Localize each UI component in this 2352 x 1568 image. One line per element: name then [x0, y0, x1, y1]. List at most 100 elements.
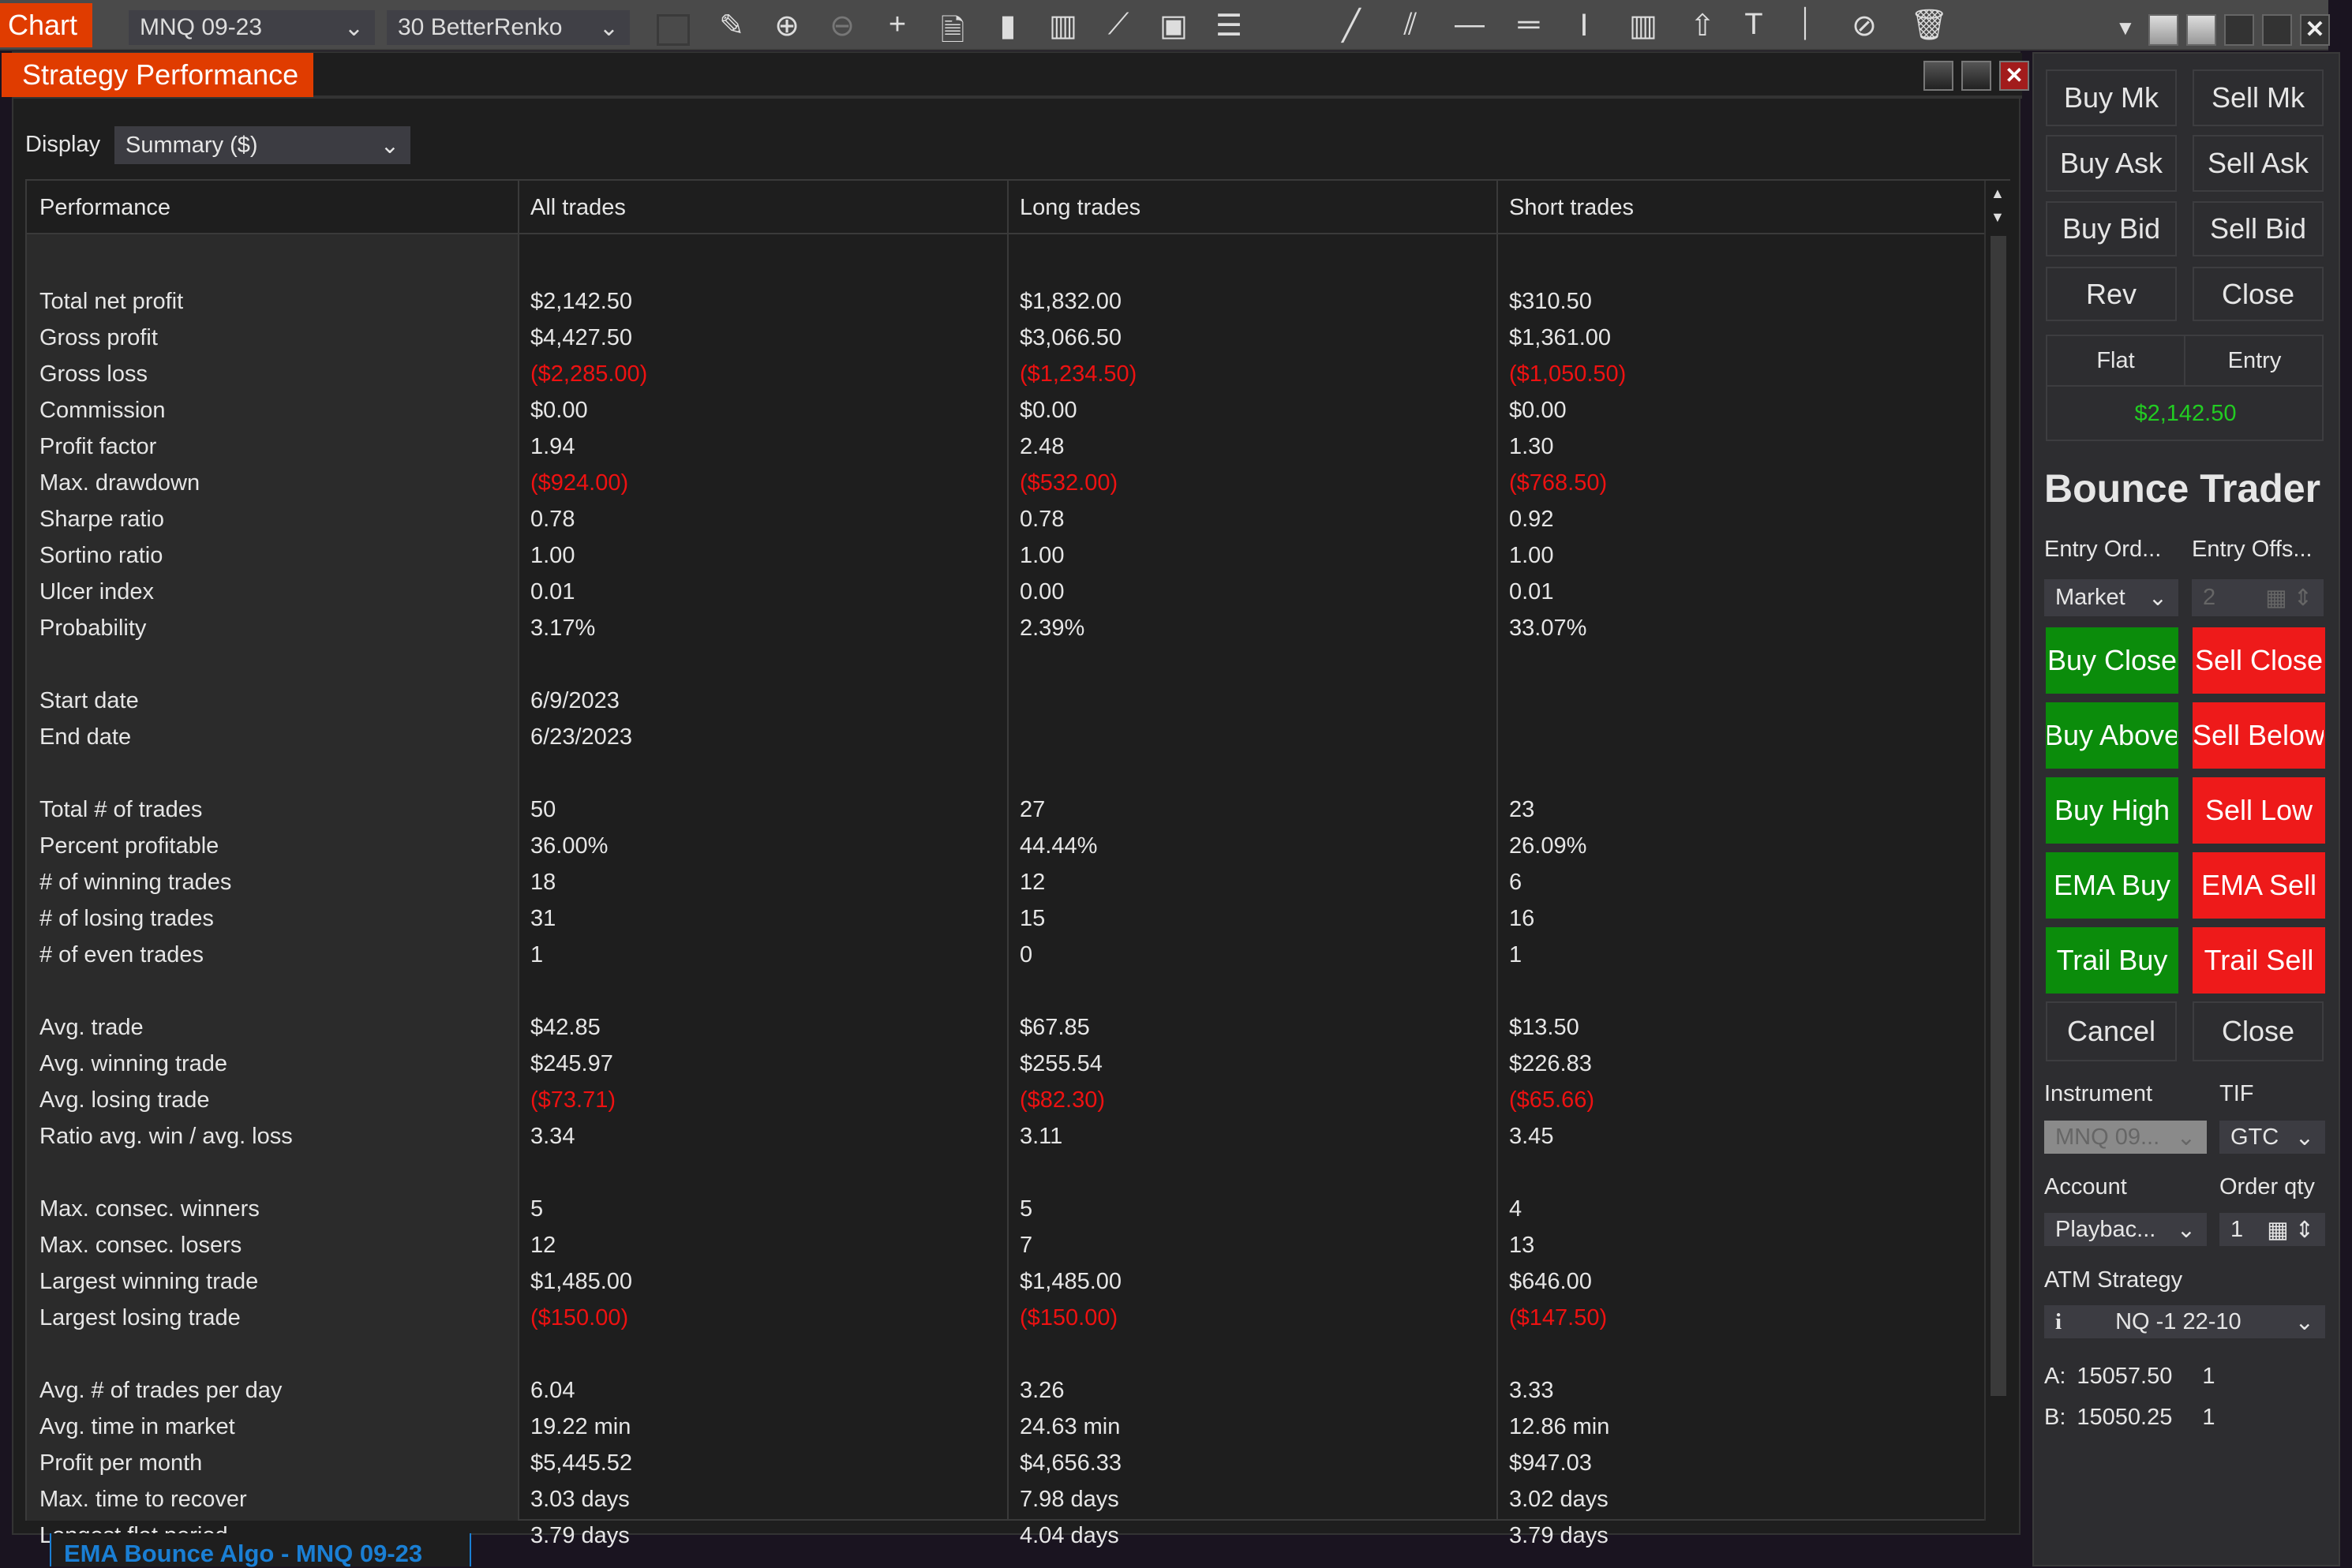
table-row: Avg. trade $42.85 $67.85 $13.50	[27, 1009, 1984, 1046]
sell-ask-button[interactable]: Sell Ask	[2193, 135, 2324, 192]
atm-strategy-selector[interactable]: i NQ -1 22-10 ⌄	[2044, 1305, 2325, 1338]
ema-sell-button[interactable]: EMA Sell	[2193, 852, 2325, 919]
close-button[interactable]: Close	[2193, 1001, 2324, 1061]
metric-value: 4.04 days	[1020, 1522, 1119, 1548]
buy-above-button[interactable]: Buy Above	[2046, 702, 2178, 769]
table-row: Largest losing trade ($150.00) ($150.00) ($…	[27, 1300, 1984, 1336]
range-icon[interactable]: Ⅰ	[1567, 8, 1601, 43]
list-icon[interactable]: ☰	[1212, 8, 1246, 43]
column-header[interactable]: Long trades	[1007, 181, 1496, 234]
sell-market-button[interactable]: Sell Mk	[2193, 69, 2324, 126]
trail-buy-button[interactable]: Trail Buy	[2046, 927, 2178, 994]
trail-sell-button[interactable]: Trail Sell	[2193, 927, 2325, 994]
line-icon[interactable]: ╱	[1334, 8, 1369, 43]
ema-buy-button[interactable]: EMA Buy	[2046, 852, 2178, 919]
bid-price: 15050.25	[2077, 1405, 2173, 1430]
dropdown-arrow-icon[interactable]: ▼	[2115, 16, 2136, 40]
info-icon[interactable]: i	[2055, 1309, 2062, 1335]
table-row: # of even trades 1 0 1	[27, 937, 1984, 973]
metric-value: 3.33	[1509, 1377, 1554, 1403]
buy-bid-button[interactable]: Buy Bid	[2046, 201, 2177, 256]
table-row: Avg. # of trades per day 6.04 3.26 3.33	[27, 1372, 1984, 1409]
tile-icon[interactable]	[2186, 14, 2216, 46]
bar-chart-icon[interactable]: ▥	[1046, 8, 1080, 43]
color-swatch-icon[interactable]	[657, 14, 690, 46]
metric-label: Max. time to recover	[39, 1486, 247, 1512]
buy-market-button[interactable]: Buy Mk	[2046, 69, 2177, 126]
cancel-button[interactable]: Cancel	[2046, 1001, 2177, 1061]
strategy-tab[interactable]: EMA Bounce Algo - MNQ 09-23	[50, 1533, 471, 1567]
table-row: End date 6/23/2023	[27, 719, 1984, 755]
vertical-scrollbar[interactable]: ▲ ▼	[1984, 181, 2010, 1521]
sell-bid-button[interactable]: Sell Bid	[2193, 201, 2324, 256]
entry-offset-input[interactable]: 2 ▦ ⇕	[2192, 579, 2324, 616]
tile-icon[interactable]	[2148, 14, 2178, 46]
close-position-button[interactable]: Close	[2193, 267, 2324, 321]
column-header[interactable]: Short trades	[1496, 181, 1986, 234]
metric-value: 0.78	[530, 506, 575, 532]
metric-value: ($73.71)	[530, 1087, 616, 1113]
horizontal-line-icon[interactable]: —	[1452, 8, 1487, 42]
close-icon[interactable]: ✕	[1999, 61, 2029, 91]
volume-icon[interactable]: ⏐	[1788, 8, 1822, 42]
metric-value: ($1,234.50)	[1020, 361, 1137, 387]
chart-properties-icon[interactable]: ▮	[991, 8, 1025, 43]
indicators-icon[interactable]: ⟋	[1101, 8, 1136, 42]
reverse-button[interactable]: Rev	[2046, 267, 2177, 321]
sell-below-button[interactable]: Sell Below	[2193, 702, 2325, 769]
buy-close-button[interactable]: Buy Close	[2046, 627, 2178, 694]
text-icon[interactable]: T	[1736, 8, 1771, 42]
scrollbar-thumb[interactable]	[1991, 236, 2006, 1396]
arrow-up-icon[interactable]: ⇧	[1685, 8, 1720, 43]
instrument-selector[interactable]: MNQ 09-23 ⌄	[129, 10, 375, 45]
zoom-out-icon[interactable]: ⊖	[825, 8, 860, 43]
column-header[interactable]: Performance	[27, 181, 516, 234]
metric-value	[1496, 719, 1986, 755]
metric-value: 4	[1509, 1196, 1522, 1222]
column-header[interactable]: All trades	[518, 181, 1007, 234]
minimize-icon[interactable]	[1923, 61, 1953, 91]
metric-value: 12	[1020, 869, 1046, 895]
metric-label: Max. consec. losers	[39, 1232, 242, 1258]
metric-label: Avg. trade	[39, 1014, 144, 1040]
calculator-icon[interactable]: ▦ ⇕	[2267, 1216, 2314, 1244]
scroll-up-icon[interactable]: ▲	[1991, 185, 2005, 202]
pencil-icon[interactable]: ✎	[714, 8, 749, 43]
strategies-icon[interactable]: ▣	[1156, 8, 1191, 43]
zoom-in-icon[interactable]: ⊕	[770, 8, 804, 43]
metric-value: 3.02 days	[1509, 1486, 1609, 1512]
trash-icon[interactable]: 🗑	[1910, 8, 1948, 43]
close-icon[interactable]: ✕	[2300, 14, 2330, 46]
calculator-icon[interactable]: ▦ ⇕	[2265, 584, 2313, 612]
parallel-lines-icon[interactable]: ⫽	[1393, 8, 1428, 42]
instrument-value: MNQ 09-23	[140, 14, 263, 40]
instrument-selector[interactable]: MNQ 09... ⌄	[2044, 1121, 2207, 1154]
table-row: Avg. time in market 19.22 min 24.63 min 12.…	[27, 1409, 1984, 1445]
instrument-label: Instrument	[2044, 1081, 2152, 1106]
scroll-down-icon[interactable]: ▼	[1991, 209, 2005, 226]
metric-value: 3.79 days	[530, 1522, 630, 1548]
order-qty-input[interactable]: 1 ▦ ⇕	[2219, 1213, 2325, 1246]
metric-value: ($1,050.50)	[1509, 361, 1627, 387]
buy-ask-button[interactable]: Buy Ask	[2046, 135, 2177, 192]
minimize-icon[interactable]	[2224, 14, 2254, 46]
metric-label: Total # of trades	[39, 796, 203, 822]
tif-selector[interactable]: GTC ⌄	[2219, 1121, 2325, 1154]
entry-order-selector[interactable]: Market ⌄	[2044, 579, 2178, 616]
hide-icon[interactable]: ⊘	[1847, 8, 1882, 43]
sell-low-button[interactable]: Sell Low	[2193, 777, 2325, 844]
metric-value: 3.26	[1020, 1377, 1065, 1403]
maximize-icon[interactable]	[1961, 61, 1991, 91]
bar-type-selector[interactable]: 30 BetterRenko ⌄	[387, 10, 630, 45]
crosshair-icon[interactable]: +	[880, 8, 915, 42]
ruler-icon[interactable]: ▥	[1626, 8, 1661, 43]
account-selector[interactable]: Playbac... ⌄	[2044, 1213, 2207, 1246]
double-horizontal-icon[interactable]: ═	[1511, 8, 1546, 42]
maximize-icon[interactable]	[2262, 14, 2292, 46]
sell-close-button[interactable]: Sell Close	[2193, 627, 2325, 694]
chart-tab[interactable]: Chart	[0, 3, 92, 47]
buy-high-button[interactable]: Buy High	[2046, 777, 2178, 844]
metric-value: 18	[530, 869, 556, 895]
display-selector[interactable]: Summary ($) ⌄	[114, 126, 410, 164]
account-value: Playbac...	[2055, 1216, 2156, 1242]
